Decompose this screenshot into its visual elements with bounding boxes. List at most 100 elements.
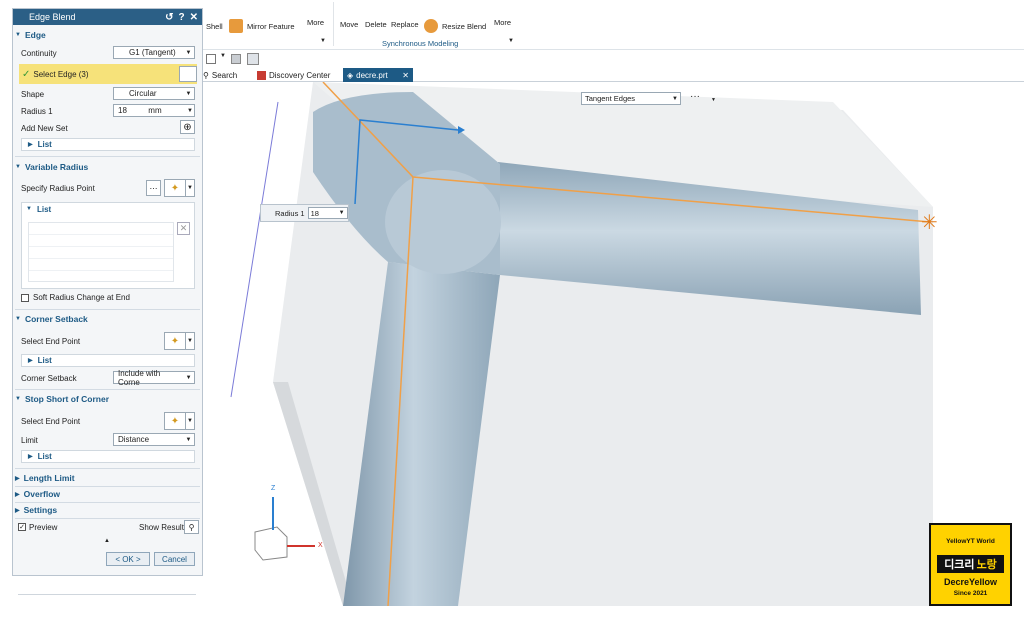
corner-point-snap-button[interactable]: ✦ (164, 332, 186, 350)
point-snap-icon: ✦ (170, 182, 180, 194)
part-file-icon: ◈ (347, 70, 354, 80)
close-icon[interactable]: ✕ (190, 12, 198, 23)
limit-value: Distance (118, 435, 150, 444)
discovery-icon (257, 70, 266, 80)
section-corner-setback-label: Corner Setback (24, 314, 88, 324)
specify-radius-point-label: Specify Radius Point (21, 184, 95, 193)
section-variable-radius[interactable]: ▼ Variable Radius (15, 161, 200, 173)
move-button[interactable]: Move (340, 20, 358, 29)
chevron-down-icon: ▼ (338, 210, 345, 216)
ok-button[interactable]: < OK > (106, 552, 150, 566)
resource-bar-divider (18, 594, 196, 595)
replace-button[interactable]: Replace (391, 20, 419, 29)
reset-icon[interactable]: ↺ (165, 12, 173, 23)
onscreen-radius-box: Radius 1 18 ▼ (260, 204, 349, 222)
stop-point-snap-dropdown[interactable]: ▼ (186, 412, 195, 430)
radius-value: 18 (118, 106, 127, 115)
corner-point-snap-dropdown[interactable]: ▼ (186, 332, 195, 350)
watermark-line1: YellowYT World (946, 538, 995, 545)
radius-input[interactable]: 18 mm ▼ (113, 104, 195, 117)
select-tool-icon[interactable] (206, 54, 216, 64)
point-snap-icon: ✦ (170, 415, 180, 427)
edge-list-toggle[interactable]: ▶ List (21, 138, 195, 151)
section-overflow-label: Overflow (23, 489, 60, 499)
section-overflow[interactable]: ▶ Overflow (15, 488, 200, 500)
more2-chevron-icon[interactable]: ▼ (508, 38, 514, 44)
ribbon: Shell Mirror Feature More ▼ Move Delete … (203, 0, 1024, 50)
divider (15, 309, 200, 310)
edge-endpoint-marker: ✳ (921, 210, 938, 234)
corner-list-label: List (37, 356, 52, 365)
watermark-korean2: 노랑 (976, 559, 997, 571)
axis-z-label: Z (271, 485, 276, 492)
more-button-1[interactable]: More (307, 18, 324, 27)
expand-icon: ▶ (15, 491, 20, 498)
view-icon[interactable] (247, 53, 259, 65)
mirror-feature-button[interactable]: Mirror Feature (247, 22, 295, 31)
point-snap-dropdown[interactable]: ▼ (186, 179, 195, 197)
collapse-icon: ▼ (15, 32, 21, 38)
section-edge[interactable]: ▼ Edge (15, 29, 200, 41)
section-settings[interactable]: ▶ Settings (15, 504, 200, 516)
show-result-button[interactable]: ⚲ (184, 520, 199, 534)
continuity-dropdown[interactable]: G1 (Tangent) ▼ (113, 46, 195, 59)
ribbon-divider (333, 2, 334, 46)
stop-list-toggle[interactable]: ▶ List (21, 450, 195, 463)
shape-value: Circular (129, 89, 157, 98)
corner-setback-dropdown[interactable]: Include with Corne ▼ (113, 368, 195, 387)
continuity-value: G1 (Tangent) (129, 48, 176, 57)
graphics-viewport[interactable]: ✳ Z X Tangent Edges ▼ ··· ▼ Radius 1 18 … (203, 82, 1024, 606)
shell-button[interactable]: Shell (206, 22, 223, 31)
cube-icon[interactable] (231, 54, 241, 64)
onscreen-radius-label: Radius 1 (275, 208, 305, 218)
cancel-button[interactable]: Cancel (154, 552, 195, 566)
dialog-titlebar: Edge Blend ↺ ? ✕ (13, 9, 202, 25)
variable-list-header[interactable]: ▼ List (22, 203, 194, 215)
point-dialog-button[interactable]: ⋯ (146, 180, 161, 196)
section-stop-short[interactable]: ▼ Stop Short of Corner (15, 393, 200, 405)
section-corner-setback[interactable]: ▼ Corner Setback (15, 313, 200, 325)
expand-icon: ▶ (15, 475, 20, 482)
tab-file[interactable]: ◈ decre.prt ✕ (343, 68, 413, 82)
more-button-2[interactable]: More (494, 18, 511, 27)
chevron-down-icon: ▼ (185, 90, 192, 97)
point-snap-button[interactable]: ✦ (164, 179, 186, 197)
edge-selector-icon[interactable] (179, 66, 197, 82)
more-options-chevron-icon[interactable]: ▼ (711, 97, 716, 103)
radius-unit: mm (148, 106, 162, 115)
tab-search[interactable]: ⚲ Search (203, 68, 237, 82)
limit-dropdown[interactable]: Distance ▼ (113, 433, 195, 446)
more-options-button[interactable]: ··· (690, 91, 700, 102)
stop-point-snap-button[interactable]: ✦ (164, 412, 186, 430)
close-tab-icon[interactable]: ✕ (402, 71, 409, 80)
triad-cube (254, 526, 288, 561)
stop-select-end-point-label: Select End Point (21, 417, 81, 426)
section-variable-radius-label: Variable Radius (24, 162, 89, 172)
preview-checkbox[interactable]: ✓ (18, 523, 26, 531)
selection-filter-dropdown[interactable]: Tangent Edges ▼ (581, 92, 681, 105)
select-edge-row[interactable]: ✓ Select Edge (3) (19, 64, 197, 84)
onscreen-radius-input[interactable]: 18 ▼ (307, 207, 348, 219)
dialog-title: Edge Blend (29, 12, 76, 22)
chevron-down-icon: ▼ (185, 374, 192, 381)
soft-radius-checkbox[interactable] (21, 294, 29, 302)
corner-list-toggle[interactable]: ▶ List (21, 354, 195, 367)
point-snap-icon: ✦ (170, 335, 180, 347)
corner-setback-value: Include with Corne (118, 368, 161, 387)
resize-blend-button[interactable]: Resize Blend (442, 22, 486, 31)
add-new-set-button[interactable]: ⊕ (180, 120, 195, 134)
delete-button[interactable]: Delete (365, 20, 387, 29)
tab-search-label: Search (211, 70, 238, 80)
remove-icon[interactable]: ✕ (177, 222, 190, 235)
limit-label: Limit (21, 436, 38, 445)
dropdown-chevron-icon[interactable]: ▼ (220, 53, 226, 59)
section-length-limit[interactable]: ▶ Length Limit (15, 472, 200, 484)
help-icon[interactable]: ? (179, 12, 185, 23)
collapse-arrow-icon[interactable]: ▲ (104, 538, 110, 544)
radius-label: Radius 1 (21, 107, 53, 116)
more1-chevron-icon[interactable]: ▼ (320, 38, 326, 44)
divider (15, 502, 200, 503)
shape-dropdown[interactable]: Circular ▼ (113, 87, 195, 100)
section-stop-short-label: Stop Short of Corner (24, 394, 110, 404)
tab-discovery-center[interactable]: Discovery Center (257, 68, 330, 82)
